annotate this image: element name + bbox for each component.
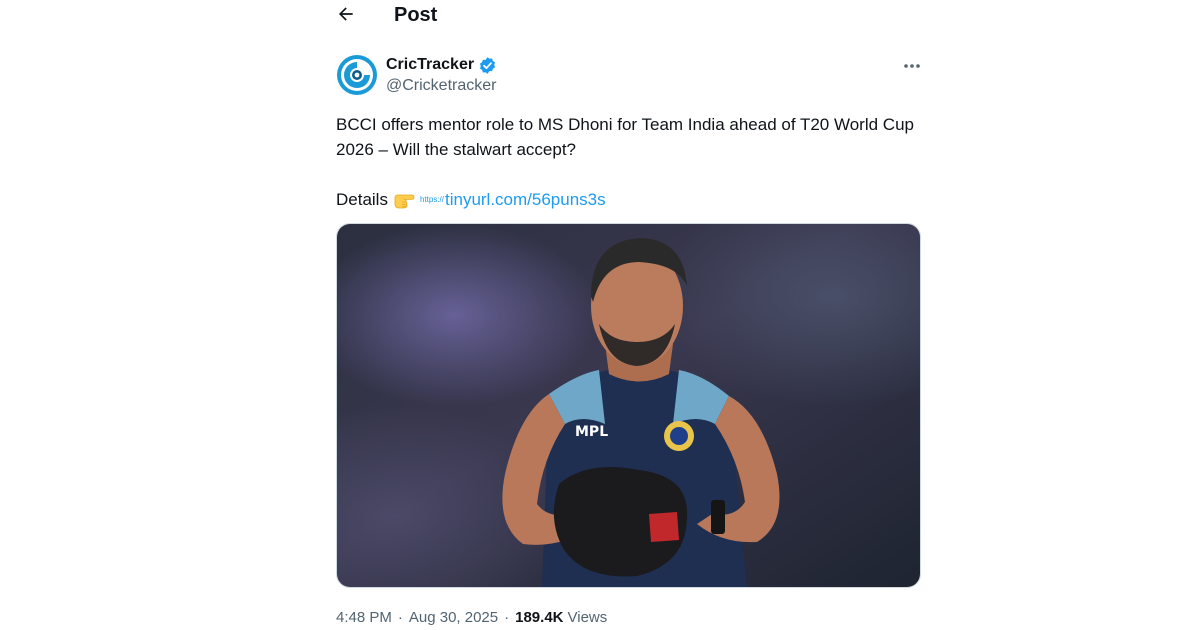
meta-separator: · xyxy=(397,609,403,626)
author-name[interactable]: CricTracker xyxy=(386,55,474,75)
svg-text:MPL: MPL xyxy=(575,424,608,440)
post-details-line: Details https:// tinyurl.com/56puns3s xyxy=(336,187,926,212)
photo-image: MPL xyxy=(337,224,920,587)
author-avatar[interactable] xyxy=(336,54,378,96)
verified-badge-icon xyxy=(478,56,497,75)
backhand-index-pointing-right-icon xyxy=(394,191,416,209)
post-time[interactable]: 4:48 PM xyxy=(336,608,392,628)
post-text-body: BCCI offers mentor role to MS Dhoni for … xyxy=(336,115,914,159)
post-meta: 4:48 PM · Aug 30, 2025 · 189.4K Views xyxy=(336,608,607,628)
more-options-button[interactable] xyxy=(900,56,924,76)
page-title: Post xyxy=(394,4,438,26)
views-count: 189.4K xyxy=(515,609,564,626)
views-label: Views xyxy=(567,609,608,626)
author-handle[interactable]: @Cricketracker xyxy=(386,76,496,96)
post-text: BCCI offers mentor role to MS Dhoni for … xyxy=(336,112,926,212)
details-label: Details xyxy=(336,190,388,209)
arrow-left-icon xyxy=(339,7,353,21)
post-image[interactable]: MPL xyxy=(336,223,921,588)
link-prefix[interactable]: https:// xyxy=(420,187,444,212)
meta-separator: · xyxy=(504,609,510,626)
post-link[interactable]: tinyurl.com/56puns3s xyxy=(445,187,606,212)
back-button[interactable] xyxy=(334,2,358,26)
author-name-row: CricTracker xyxy=(386,55,497,75)
post-header: Post xyxy=(318,0,938,30)
more-horizontal-icon xyxy=(904,64,920,68)
post-date[interactable]: Aug 30, 2025 xyxy=(409,608,498,628)
crictracker-logo-icon xyxy=(337,55,377,95)
